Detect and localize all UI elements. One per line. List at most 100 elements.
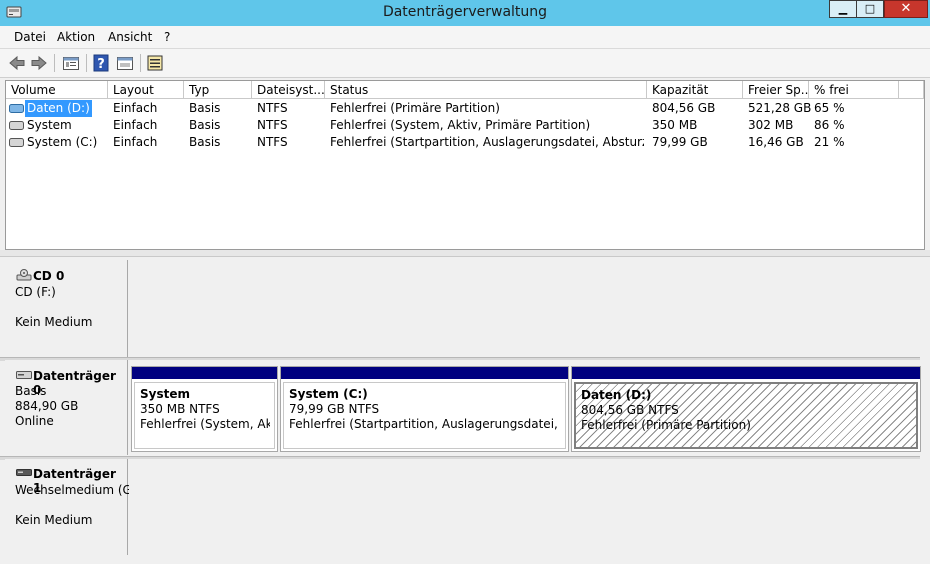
back-arrow-icon[interactable] (8, 54, 26, 72)
menu-datei[interactable]: Datei (14, 30, 46, 44)
cell-typ: Basis (189, 135, 221, 149)
disk-datentraeger-1: Datenträger 1 Wechselmedium (G: Kein Med… (5, 459, 925, 555)
partition-size: 804,56 GB NTFS (581, 403, 679, 417)
column-header-dateisystem[interactable]: Dateisyst... (252, 81, 325, 99)
cell-dateisystem: NTFS (257, 101, 288, 115)
partition-band (572, 367, 920, 379)
view-icon[interactable] (116, 54, 134, 72)
volume-drive-icon (9, 104, 24, 113)
partition-size: 79,99 GB NTFS (289, 402, 380, 416)
window-title: Datenträgerverwaltung (382, 4, 548, 20)
minimize-button[interactable]: ▁ (829, 0, 857, 18)
column-header-typ[interactable]: Typ (184, 81, 252, 99)
volume-list: Volume Layout Typ Dateisyst... Status Ka… (5, 80, 925, 250)
partition-title: System (140, 387, 190, 401)
menu-aktion[interactable]: Aktion (57, 30, 95, 44)
forward-arrow-icon[interactable] (30, 54, 48, 72)
cell-kapazitaet: 79,99 GB (652, 135, 708, 149)
disk-area-cd0 (129, 260, 925, 357)
partition-title: Daten (D:) (581, 388, 652, 402)
table-row[interactable]: System (C:) Einfach Basis NTFS Fehlerfre… (6, 134, 924, 151)
partition-status: Fehlerfrei (System, Aktiv, (140, 417, 270, 431)
cell-layout: Einfach (113, 135, 158, 149)
cell-kapazitaet: 804,56 GB (652, 101, 716, 115)
cell-prozent-frei: 21 % (814, 135, 845, 149)
disk-info-line1: Basis (15, 384, 47, 398)
disk-label-datentraeger-1[interactable]: Datenträger 1 Wechselmedium (G: Kein Med… (5, 459, 136, 555)
cell-typ: Basis (189, 118, 221, 132)
settings-icon[interactable] (146, 54, 164, 72)
column-header-empty (899, 81, 924, 99)
disk-area-datentraeger-1 (129, 459, 925, 555)
table-row[interactable]: Daten (D:) Einfach Basis NTFS Fehlerfrei… (6, 100, 924, 117)
menu-bar: Datei Aktion Ansicht ? (0, 26, 930, 49)
menu-ansicht[interactable]: Ansicht (108, 30, 152, 44)
cell-status: Fehlerfrei (Primäre Partition) (330, 101, 500, 115)
column-header-prozent-frei[interactable]: % frei (809, 81, 899, 99)
cell-volume: System (C:) (27, 135, 98, 149)
maximize-icon: □ (864, 2, 876, 15)
column-header-freier-speicher[interactable]: Freier Sp... (743, 81, 809, 99)
removable-drive-icon (16, 469, 32, 476)
cell-freier-speicher: 16,46 GB (748, 135, 804, 149)
partition-system[interactable]: System 350 MB NTFS Fehlerfrei (System, A… (131, 366, 278, 452)
column-header-layout[interactable]: Layout (108, 81, 184, 99)
column-header-kapazitaet[interactable]: Kapazität (647, 81, 743, 99)
column-header-volume[interactable]: Volume (6, 81, 108, 99)
partition-status: Fehlerfrei (Primäre Partition) (581, 418, 751, 432)
cell-status: Fehlerfrei (System, Aktiv, Primäre Parti… (330, 118, 591, 132)
partition-body: Daten (D:) 804,56 GB NTFS Fehlerfrei (Pr… (574, 382, 918, 449)
disk-info-line2: 884,90 GB (15, 399, 79, 413)
menu-help[interactable]: ? (164, 30, 170, 44)
disk-area-datentraeger-0: System 350 MB NTFS Fehlerfrei (System, A… (129, 360, 925, 455)
help-icon[interactable]: ? (92, 54, 110, 72)
partition-body: System (C:) 79,99 GB NTFS Fehlerfrei (St… (283, 382, 566, 449)
cell-kapazitaet: 350 MB (652, 118, 698, 132)
properties-icon[interactable] (62, 54, 80, 72)
partition-size: 350 MB NTFS (140, 402, 220, 416)
cell-dateisystem: NTFS (257, 135, 288, 149)
close-button[interactable]: ✕ (884, 0, 928, 18)
toolbar-separator (86, 54, 87, 72)
disk-info-line1: Wechselmedium (G: (15, 483, 136, 497)
partition-status: Fehlerfrei (Startpartition, Auslagerungs… (289, 417, 561, 431)
partition-band (132, 367, 277, 379)
disk-label-datentraeger-0[interactable]: Datenträger 0 Basis 884,90 GB Online (5, 360, 128, 455)
disk-name: Datenträger 0 (33, 369, 116, 397)
partition-daten-d[interactable]: Daten (D:) 804,56 GB NTFS Fehlerfrei (Pr… (571, 366, 921, 452)
cell-volume: System (27, 118, 72, 132)
minimize-icon: ▁ (838, 2, 848, 15)
cell-freier-speicher: 302 MB (748, 118, 794, 132)
cell-freier-speicher: 521,28 GB (748, 101, 812, 115)
disk-info-line3: Kein Medium (15, 513, 93, 527)
table-row[interactable]: System Einfach Basis NTFS Fehlerfrei (Sy… (6, 117, 924, 134)
hard-disk-icon (16, 371, 32, 379)
disk-cd0: CD 0 CD (F:) Kein Medium (5, 260, 925, 357)
title-bar: Datenträgerverwaltung ▁ □ ✕ (0, 0, 930, 26)
cell-layout: Einfach (113, 118, 158, 132)
close-icon: ✕ (900, 1, 912, 16)
disk-label-cd0[interactable]: CD 0 CD (F:) Kein Medium (5, 260, 128, 357)
cell-volume: Daten (D:) (25, 100, 92, 117)
disk-info-line3: Online (15, 414, 54, 428)
partition-title: System (C:) (289, 387, 368, 401)
cell-typ: Basis (189, 101, 221, 115)
svg-text:?: ? (97, 57, 105, 72)
cell-prozent-frei: 65 % (814, 101, 845, 115)
disk-name: CD 0 (33, 269, 65, 283)
maximize-button[interactable]: □ (856, 0, 884, 18)
disk-info-line3: Kein Medium (15, 315, 93, 329)
partition-system-c[interactable]: System (C:) 79,99 GB NTFS Fehlerfrei (St… (280, 366, 569, 452)
disk-info-line1: CD (F:) (15, 285, 56, 299)
cell-layout: Einfach (113, 101, 158, 115)
volume-drive-icon (9, 138, 24, 147)
toolbar-separator (54, 54, 55, 72)
partition-band (281, 367, 568, 379)
cell-prozent-frei: 86 % (814, 118, 845, 132)
cell-status: Fehlerfrei (Startpartition, Auslagerungs… (330, 135, 644, 149)
column-header-status[interactable]: Status (325, 81, 647, 99)
cell-dateisystem: NTFS (257, 118, 288, 132)
pane-splitter[interactable] (0, 250, 930, 257)
volume-drive-icon (9, 121, 24, 130)
cd-drive-icon (16, 269, 32, 281)
